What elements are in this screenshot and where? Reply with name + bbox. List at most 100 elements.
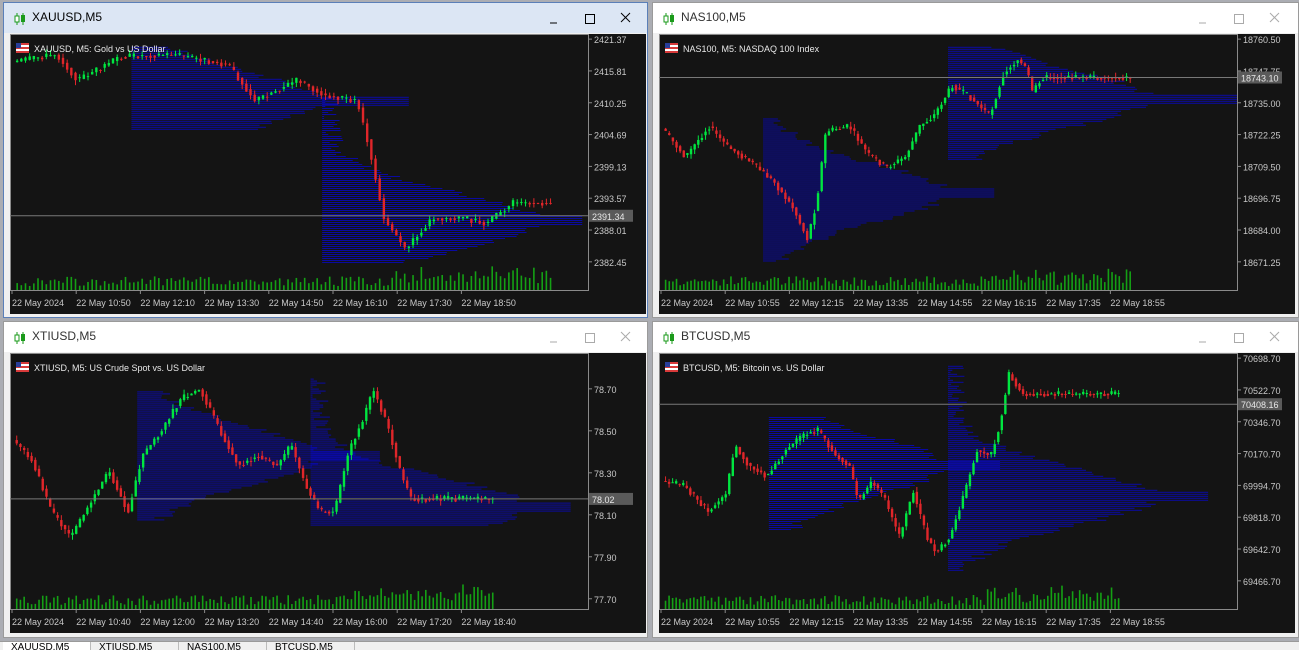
maximize-button[interactable] [1230,328,1248,346]
x-tick-label: 22 May 17:35 [1046,617,1101,627]
volume-bar [38,599,40,609]
candle-body [671,482,674,484]
volume-bar [308,283,310,290]
volume-bar [333,284,335,290]
volume-bar [877,603,879,609]
chart-window-btcusd[interactable]: BTCUSD,M5 70698.70 70522.70 70346.70 70170.… [652,321,1299,638]
candle-body [316,501,320,508]
price-chart[interactable]: 18760.5018747.7518735.0018722.2518709.50… [659,34,1295,314]
candle-body [1007,372,1011,395]
candle-body [674,481,678,484]
maximize-button[interactable] [581,9,599,27]
volume-bar [60,604,63,609]
chart-window-xauusd[interactable]: XAUUSD,M5 2421.37 2415.81 2410.25 2404.69 23… [3,2,648,318]
volume-bar [295,277,298,290]
window-titlebar[interactable]: NAS100,M5 [653,3,1298,33]
candle-body [1012,64,1016,67]
volume-bar [1015,587,1017,609]
candle-body [327,511,331,514]
volume-bar [915,278,917,290]
candle-body [60,520,63,527]
candle-body [689,488,692,495]
minimize-button[interactable] [545,9,563,27]
volume-bar [759,281,761,290]
volume-bar [116,600,118,609]
candle-body [449,218,452,221]
volume-bar [149,279,152,290]
volume-bar [153,276,156,290]
candle-body [1041,79,1045,81]
volume-bar [250,596,252,609]
price-chart[interactable]: 2421.37 2415.81 2410.25 2404.69 2399.13 2393.… [10,34,646,314]
candle-body [134,480,137,497]
close-button[interactable] [617,9,635,27]
chart-window-xtiusd[interactable]: XTIUSD,M5 78.70 78.50 78.30 78.10 77.90 77.70… [3,321,648,638]
minimize-button[interactable] [545,328,563,346]
minimize-button[interactable] [1194,9,1212,27]
close-button[interactable] [1266,328,1284,346]
volume-bar [675,278,678,290]
chart-canvas: 18760.5018747.7518735.0018722.2518709.50… [659,34,1282,308]
volume-bar [433,277,435,290]
candle-body [436,218,440,220]
candle-body [174,54,177,56]
candle-body [186,396,189,398]
window-titlebar[interactable]: XAUUSD,M5 [4,3,647,33]
x-tick-label: 22 May 16:15 [982,298,1037,308]
volume-bar [918,281,921,290]
candle-body [398,456,401,468]
candle-body [759,470,763,473]
candle-body [30,455,33,462]
y-tick-label: 18709.50 [1243,162,1281,172]
chart-window-nas100[interactable]: NAS100,M5 18760.5018747.7518735.0018722.… [652,2,1299,318]
volume-bar [760,595,762,609]
volume-bar [1054,592,1056,609]
volume-bar [27,602,29,609]
volume-bar [190,596,193,609]
candle-body [140,55,144,57]
volume-bar [162,285,164,290]
candle-body [160,431,163,435]
minimize-button[interactable] [1194,328,1212,346]
volume-bar [445,280,448,290]
volume-bar [791,283,794,290]
volume-bar [220,596,223,609]
volume-bar [802,599,805,609]
volume-bar [470,276,473,290]
volume-bar [320,599,323,609]
candle-body [855,481,858,496]
volume-bar [366,284,368,290]
candle-body [104,474,108,483]
volume-bar [469,594,472,609]
maximize-button[interactable] [1230,9,1248,27]
volume-bar [378,278,381,290]
close-button[interactable] [617,328,635,346]
candle-body [365,123,369,143]
volume-bar [395,271,398,290]
candle-body [268,459,271,461]
maximize-button[interactable] [581,328,599,346]
candle-body [1057,391,1060,394]
candle-body [282,86,286,89]
x-tick-label: 22 May 10:40 [76,617,131,627]
candle-body [1050,393,1053,395]
volume-bar [95,279,98,290]
volume-bar [335,597,338,609]
y-tick-label: 2399.13 [594,162,627,172]
close-button[interactable] [1266,9,1284,27]
chart-symbol-label: XTIUSD, M5: US Crude Spot vs. US Dollar [34,363,205,373]
window-titlebar[interactable]: BTCUSD,M5 [653,322,1298,352]
volume-bar [443,597,446,609]
price-chart[interactable]: 70698.70 70522.70 70346.70 70170.70 69994.70… [659,353,1295,633]
volume-bar [1042,280,1044,290]
candle-body [706,508,710,512]
volume-bar [929,282,932,290]
volume-bar [205,601,208,609]
candle-body [97,489,100,495]
window-titlebar[interactable]: XTIUSD,M5 [4,322,647,352]
volume-bar [146,600,148,609]
y-tick-label: 69994.70 [1243,481,1281,491]
price-chart[interactable]: 78.70 78.50 78.30 78.10 77.90 77.70 78.02 22 Ma… [10,353,646,633]
volume-bar [258,284,260,290]
volume-bar [1027,276,1030,290]
